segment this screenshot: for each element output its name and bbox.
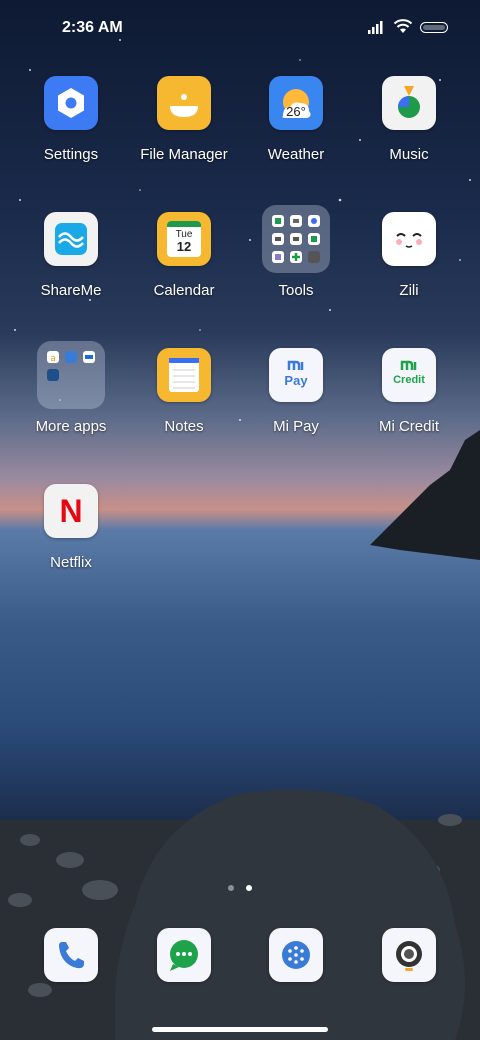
app-file-manager[interactable]: File Manager [129, 76, 239, 163]
folder-icon [157, 76, 211, 130]
app-calendar[interactable]: Tue 12 Calendar [129, 212, 239, 299]
app-shareme[interactable]: ShareMe [16, 212, 126, 299]
mi-pay-icon: Pay [269, 348, 323, 402]
calendar-icon: Tue 12 [157, 212, 211, 266]
app-label: Netflix [50, 554, 92, 571]
foreground-boulder [115, 789, 465, 1040]
netflix-icon: N [44, 484, 98, 538]
dock-phone[interactable] [16, 928, 126, 982]
netflix-logo-text: N [59, 493, 83, 529]
app-label: Settings [43, 146, 99, 163]
status-bar: 2:36 AM [0, 0, 480, 56]
dock-messaging[interactable] [129, 928, 239, 982]
app-label: Notes [164, 418, 204, 435]
camera-icon [382, 928, 436, 982]
app-label: Music [389, 146, 429, 163]
shareme-icon [44, 212, 98, 266]
svg-text:a: a [50, 354, 56, 364]
app-label: Mi Pay [273, 418, 319, 435]
coastal-rocks-right [370, 430, 480, 560]
app-notes[interactable]: Notes [129, 348, 239, 435]
settings-icon [44, 76, 98, 130]
app-label: Weather [267, 146, 325, 163]
app-folder-more-apps[interactable]: a More apps [16, 341, 126, 435]
app-mi-pay[interactable]: Pay Mi Pay [241, 348, 351, 435]
app-label: Mi Credit [378, 418, 439, 435]
weather-icon: 26° [269, 76, 323, 130]
page-dot-current[interactable] [246, 885, 252, 891]
zili-icon [382, 212, 436, 266]
signal-icon [368, 21, 383, 34]
app-label: Zili [399, 282, 419, 299]
app-mi-credit[interactable]: Credit Mi Credit [354, 348, 464, 435]
more-apps-folder-icon: a [37, 341, 105, 409]
wifi-icon [393, 19, 413, 33]
status-time: 2:36 AM [62, 19, 123, 36]
messaging-icon [157, 928, 211, 982]
mi-pay-logo-text: Pay [284, 373, 308, 388]
phone-icon [44, 928, 98, 982]
page-indicator [0, 878, 480, 896]
weather-temperature: 26° [286, 104, 306, 119]
app-label: Calendar [153, 282, 215, 299]
app-folder-tools[interactable]: Tools [241, 205, 351, 299]
tools-folder-icon [262, 205, 330, 273]
app-zili[interactable]: Zili [354, 212, 464, 299]
browser-icon [269, 928, 323, 982]
mi-credit-icon: Credit [382, 348, 436, 402]
dock-browser[interactable] [241, 928, 351, 982]
page-dot[interactable] [228, 885, 234, 891]
app-label: Tools [278, 282, 314, 299]
app-settings[interactable]: Settings [16, 76, 126, 163]
app-music[interactable]: Music [354, 76, 464, 163]
mi-credit-logo-text: Credit [393, 374, 425, 386]
notes-icon [157, 348, 211, 402]
calendar-date: 12 [176, 239, 192, 254]
home-indicator-bar[interactable] [152, 1027, 328, 1032]
app-weather[interactable]: 26° Weather [241, 76, 351, 163]
app-label: ShareMe [40, 282, 102, 299]
dock-camera[interactable] [354, 928, 464, 982]
app-netflix[interactable]: N Netflix [16, 484, 126, 571]
app-label: File Manager [140, 146, 228, 163]
battery-icon [420, 22, 448, 33]
app-label: More apps [35, 418, 107, 435]
music-icon [382, 76, 436, 130]
